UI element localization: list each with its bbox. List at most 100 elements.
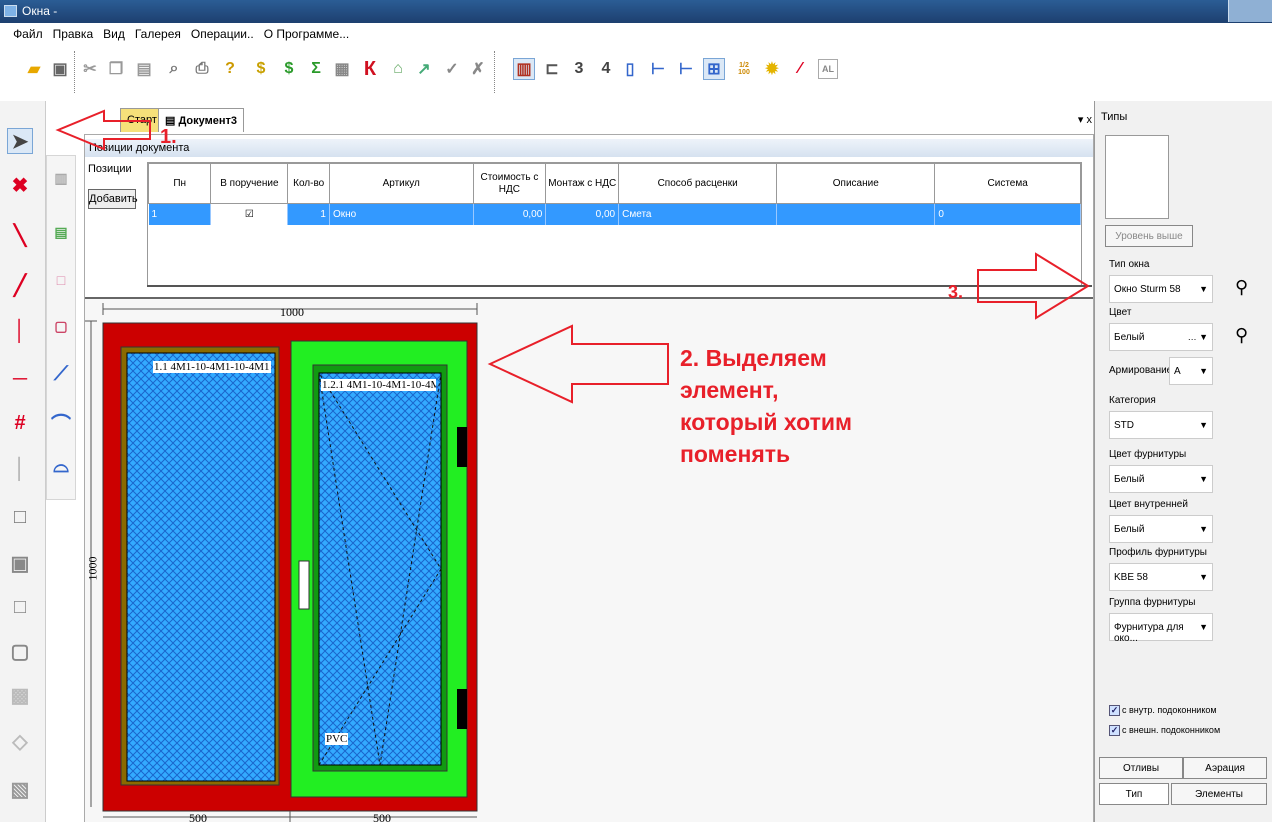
line-diag2-icon[interactable]: ╱ — [8, 273, 32, 297]
al-icon[interactable]: AL — [818, 59, 838, 79]
square7-icon[interactable]: ▧ — [8, 777, 32, 801]
arc-tool-icon[interactable]: ⌒ — [49, 410, 73, 436]
k-icon[interactable]: К — [360, 58, 380, 80]
cut-icon[interactable]: ✂ — [80, 59, 100, 79]
dollars-icon[interactable]: $ — [279, 59, 299, 79]
arch-tool-icon[interactable]: ⌓ — [49, 454, 73, 478]
binoculars-icon[interactable]: ⚲ — [1235, 277, 1248, 298]
light-icon[interactable]: ✹ — [762, 59, 782, 79]
type-tab-button[interactable]: Тип — [1099, 783, 1169, 805]
outer-sill-checkbox[interactable]: ✓ с внешн. подоконником — [1109, 725, 1220, 736]
delete-icon[interactable]: ✖ — [8, 173, 32, 197]
inner-color-select[interactable]: Белый ▼ — [1109, 515, 1213, 543]
pvc-label: PVC — [325, 733, 349, 745]
tool-icon[interactable]: ↗ — [414, 59, 434, 79]
col-qty[interactable]: Кол-во — [287, 163, 330, 204]
sash-icon[interactable]: ▯ — [620, 59, 640, 79]
fittings-profile-select[interactable]: KBE 58 ▼ — [1109, 563, 1213, 591]
btn-four[interactable]: 4 — [596, 59, 616, 79]
impost-right-icon[interactable]: ⊢ — [676, 59, 696, 79]
check-doc-icon[interactable]: ✓ — [442, 59, 462, 79]
positions-grid: Пн В поручение Кол-во Артикул Стоимость … — [147, 162, 1082, 286]
drawing-canvas[interactable]: 1000 1000 500 500 1.1 4М1-10-4М1-10-4М1 … — [85, 297, 1093, 822]
open-folder-icon[interactable]: ▰ — [24, 59, 44, 79]
window-type-select[interactable]: Окно Sturm 58 ▼ — [1109, 275, 1213, 303]
inner-sill-checkbox[interactable]: ✓ с внутр. подоконником — [1109, 705, 1217, 716]
otlivy-button[interactable]: Отливы — [1099, 757, 1183, 779]
aeration-button[interactable]: Аэрация — [1183, 757, 1267, 779]
impost-left-icon[interactable]: ⊢ — [648, 59, 668, 79]
col-system[interactable]: Система — [934, 163, 1081, 204]
cell-checkbox[interactable]: ☑ — [210, 203, 289, 225]
sum-icon[interactable]: Σ — [306, 59, 326, 79]
panel-red-icon[interactable]: ▢ — [49, 314, 73, 338]
square6-icon[interactable]: ◇ — [8, 729, 32, 753]
elements-tab-button[interactable]: Элементы — [1171, 783, 1267, 805]
square2-icon[interactable]: ▣ — [8, 551, 32, 575]
square4-icon[interactable]: ▢ — [8, 639, 32, 663]
color-select[interactable]: Белый… ▼ — [1109, 323, 1213, 351]
line-vertical-icon[interactable]: │ — [8, 319, 32, 343]
menu-file[interactable]: Файл — [9, 23, 49, 41]
square5-icon[interactable]: ▩ — [8, 683, 32, 707]
pointer-icon[interactable]: ➤ — [7, 128, 33, 154]
panel-icon[interactable]: ▥ — [49, 166, 73, 190]
panel-pink-icon[interactable]: □ — [49, 268, 73, 292]
help-icon[interactable]: ? — [220, 59, 240, 79]
house-icon[interactable]: ⌂ — [388, 59, 408, 79]
window-drawing[interactable] — [85, 299, 1093, 822]
menu-operations[interactable]: Операции.. — [187, 23, 260, 41]
annotation-2-line1: 2. Выделяем — [680, 345, 827, 371]
print-icon[interactable]: ⎙ — [192, 59, 212, 79]
cell-system: 0 — [934, 203, 1081, 225]
col-method[interactable]: Способ расценки — [618, 163, 778, 204]
category-select[interactable]: STD ▼ — [1109, 411, 1213, 439]
fittings-group-select[interactable]: Фурнитура для око... ▼ — [1109, 613, 1213, 644]
zoom-icon[interactable]: ⌕ — [164, 59, 184, 79]
tab-close[interactable]: ▾ x — [1078, 113, 1092, 126]
cell-description — [776, 203, 936, 225]
positions-header: Позиции документа — [85, 139, 1093, 157]
panel-green-icon[interactable]: ▤ — [49, 220, 73, 244]
copy-icon[interactable]: ❐ — [106, 59, 126, 79]
col-mount[interactable]: Монтаж с НДС — [545, 163, 620, 204]
reinforce-select[interactable]: А ▼ — [1169, 357, 1213, 385]
fittings-color-select[interactable]: Белый ▼ — [1109, 465, 1213, 493]
line-icon[interactable]: ∕ — [790, 59, 810, 79]
diagonal-tool-icon[interactable]: ⟋ — [49, 362, 73, 386]
window-type-icon[interactable]: ▥ — [513, 58, 535, 80]
add-button[interactable]: Добавить — [88, 189, 138, 209]
app-icon — [4, 5, 17, 17]
col-description[interactable]: Описание — [776, 163, 936, 204]
menu-gallery[interactable]: Галерея — [131, 23, 187, 41]
annotation-2-line3: который хотим — [680, 409, 853, 435]
col-pn[interactable]: Пн — [147, 163, 212, 204]
grid-icon[interactable]: # — [8, 411, 32, 435]
delete-doc-icon[interactable]: ✗ — [468, 59, 488, 79]
paste-icon[interactable]: ▤ — [134, 59, 154, 79]
square3-icon[interactable]: □ — [8, 595, 32, 619]
annotation-2-line2: элемент, — [680, 377, 779, 403]
col-article[interactable]: Артикул — [328, 163, 474, 204]
line-diag-icon[interactable]: ╲ — [8, 223, 32, 247]
level-up-button[interactable]: Уровень выше — [1105, 225, 1193, 247]
dollar-icon[interactable]: $ — [251, 59, 271, 79]
menu-view[interactable]: Вид — [99, 23, 131, 41]
window-controls[interactable] — [1228, 0, 1272, 22]
binoculars-color-icon[interactable]: ⚲ — [1235, 325, 1248, 346]
impost-select-icon[interactable]: ⊞ — [703, 58, 725, 80]
btn-three[interactable]: 3 — [569, 59, 589, 79]
tab-document-label: Документ3 — [178, 115, 238, 127]
col-cost[interactable]: Стоимость с НДС — [472, 163, 547, 204]
fraction-icon[interactable]: 1/2 100 — [734, 59, 754, 79]
save-icon[interactable]: ▣ — [50, 59, 70, 79]
calculator-icon[interactable]: ▦ — [332, 59, 352, 79]
vertical-bar-icon[interactable]: │ — [8, 457, 32, 481]
col-assign[interactable]: В поручение — [210, 163, 289, 204]
frame-icon[interactable]: ⊏ — [542, 59, 562, 79]
square-icon[interactable]: □ — [8, 505, 32, 529]
line-horizontal-icon[interactable]: ─ — [8, 367, 32, 391]
menu-edit[interactable]: Правка — [49, 23, 100, 41]
table-row[interactable]: 1 ☑ 1 Окно 0,00 0,00 Смета 0 — [148, 203, 1081, 225]
menu-about[interactable]: О Программе... — [260, 23, 356, 41]
